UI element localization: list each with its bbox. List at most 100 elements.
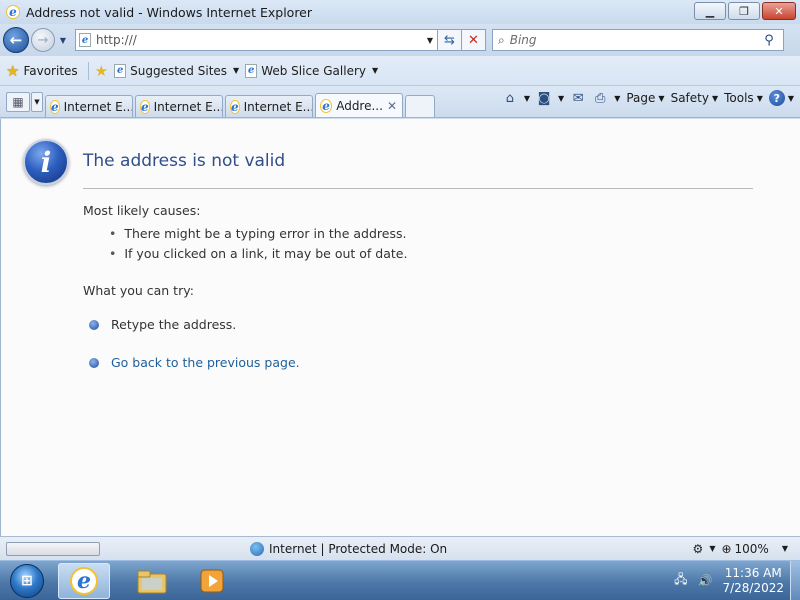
- bullet-orb-icon: [89, 319, 99, 330]
- go-back-link[interactable]: Go back to the previous page.: [111, 355, 300, 370]
- bullet-orb-icon: [89, 357, 99, 368]
- page-icon: e: [79, 33, 91, 47]
- page-content: i The address is not valid Most likely c…: [0, 119, 800, 536]
- chevron-down-icon[interactable]: ▼: [524, 94, 530, 103]
- window-controls: ▁ ❐ ✕: [694, 2, 796, 20]
- chevron-down-icon: ▼: [658, 93, 665, 103]
- show-desktop-button[interactable]: [790, 560, 800, 600]
- system-tray: 🖧 🔊 11:36 AM 7/28/2022: [674, 566, 784, 596]
- divider: [87, 61, 89, 80]
- page-title: The address is not valid: [83, 151, 286, 171]
- internet-explorer-icon: e: [140, 99, 150, 114]
- tab-address-not-valid[interactable]: e Addre... ✕: [315, 93, 403, 117]
- close-button[interactable]: ✕: [762, 2, 796, 20]
- taskbar-windows-explorer[interactable]: [126, 563, 178, 599]
- zoom-control[interactable]: ⊕ 100% ▼: [721, 542, 788, 556]
- home-icon[interactable]: ⌂: [502, 90, 518, 106]
- internet-explorer-icon: e: [320, 98, 333, 113]
- close-tab-icon[interactable]: ✕: [387, 99, 397, 113]
- divider: [83, 188, 753, 189]
- page-icon: e: [245, 63, 258, 78]
- command-bar: ⌂ ▼ ◙ ▼ ✉ ⎙ ▼ Page ▼ Safety ▼ Tools ▼ ? …: [502, 90, 794, 106]
- causes-heading: Most likely causes:: [83, 203, 201, 218]
- retype-item: Retype the address.: [89, 317, 236, 332]
- minimize-button[interactable]: ▁: [694, 2, 726, 20]
- stop-button[interactable]: ✕: [462, 29, 486, 51]
- address-bar[interactable]: e http:/// ▼: [75, 29, 438, 51]
- help-icon: ?: [768, 90, 785, 106]
- popup-blocker-icon[interactable]: ⚙: [693, 542, 704, 556]
- internet-explorer-icon: e: [6, 5, 20, 19]
- suggested-sites-link[interactable]: e Suggested Sites ▼: [114, 63, 240, 78]
- page-menu-label: Page: [626, 91, 656, 105]
- network-icon[interactable]: 🖧: [674, 570, 687, 591]
- clock[interactable]: 11:36 AM 7/28/2022: [722, 566, 784, 596]
- search-box[interactable]: ⌕ Bing ⚲: [492, 29, 784, 51]
- star-icon: ★: [6, 61, 20, 80]
- volume-icon[interactable]: 🔊: [698, 574, 713, 588]
- address-row: ← → ▼ e http:/// ▼ ⇆ ✕ ⌕ Bing ⚲: [0, 24, 800, 56]
- add-to-favorites-icon[interactable]: ★: [95, 62, 108, 80]
- zone-label: Internet | Protected Mode: On: [269, 541, 448, 556]
- web-slice-gallery-label: Web Slice Gallery: [261, 63, 366, 78]
- new-tab-button[interactable]: [405, 95, 435, 117]
- tab-list-dropdown[interactable]: ▼: [31, 92, 43, 112]
- chevron-down-icon[interactable]: ▼: [709, 544, 715, 553]
- forward-button[interactable]: →: [31, 28, 55, 52]
- tools-menu[interactable]: Tools ▼: [724, 91, 763, 105]
- internet-explorer-icon: e: [50, 99, 60, 114]
- chevron-down-icon[interactable]: ▼: [558, 94, 564, 103]
- address-dropdown-icon[interactable]: ▼: [423, 36, 437, 45]
- tab-internet-explorer-3[interactable]: e Internet E...: [225, 95, 313, 117]
- folder-icon: [137, 570, 167, 593]
- page-menu[interactable]: Page ▼: [626, 91, 664, 105]
- favorites-label: Favorites: [23, 63, 78, 78]
- back-button[interactable]: ←: [3, 27, 29, 53]
- mail-icon[interactable]: ✉: [570, 90, 586, 106]
- title-bar: e Address not valid - Windows Internet E…: [0, 0, 800, 24]
- tab-bar: ▦ ▼ e Internet E... e Internet E... e In…: [0, 86, 800, 118]
- zoom-level: 100%: [734, 541, 769, 556]
- chevron-down-icon[interactable]: ▼: [614, 94, 620, 103]
- quick-tabs-button[interactable]: ▦: [6, 92, 30, 112]
- chevron-down-icon: ▼: [711, 93, 719, 103]
- safety-menu-label: Safety: [670, 91, 709, 105]
- clock-time: 11:36 AM: [724, 565, 782, 580]
- tab-label: Internet E...: [63, 99, 133, 114]
- tab-internet-explorer-1[interactable]: e Internet E...: [45, 95, 133, 117]
- feeds-icon[interactable]: ◙: [536, 90, 552, 106]
- chevron-down-icon: ▼: [781, 544, 788, 553]
- clock-date: 7/28/2022: [722, 580, 784, 595]
- start-button[interactable]: ⊞: [10, 563, 44, 598]
- recent-pages-dropdown[interactable]: ▼: [57, 36, 69, 45]
- print-icon[interactable]: ⎙: [592, 90, 608, 106]
- tab-label: Addre...: [336, 98, 383, 113]
- taskbar-media-player[interactable]: [186, 563, 238, 599]
- tab-internet-explorer-2[interactable]: e Internet E...: [135, 95, 223, 117]
- search-input[interactable]: Bing: [510, 33, 755, 47]
- maximize-button[interactable]: ❐: [728, 2, 760, 20]
- go-back-item: Go back to the previous page.: [89, 355, 300, 370]
- favorites-button[interactable]: ★ Favorites: [6, 62, 78, 80]
- retype-text: Retype the address.: [111, 317, 237, 332]
- favorites-bar: ★ Favorites ★ e Suggested Sites ▼ e Web …: [0, 56, 800, 86]
- chevron-down-icon: ▼: [233, 66, 240, 75]
- safety-menu[interactable]: Safety ▼: [671, 91, 719, 105]
- try-heading: What you can try:: [83, 283, 194, 298]
- search-go-icon[interactable]: ⚲: [755, 33, 783, 48]
- progress-bar: [6, 541, 100, 556]
- taskbar-internet-explorer[interactable]: e: [58, 562, 110, 599]
- web-slice-gallery-link[interactable]: e Web Slice Gallery ▼: [245, 63, 379, 78]
- status-bar: Internet | Protected Mode: On ⚙ ▼ ⊕ 100%…: [0, 536, 800, 560]
- security-zone[interactable]: Internet | Protected Mode: On: [250, 541, 448, 556]
- internet-explorer-icon: e: [70, 566, 98, 595]
- refresh-button[interactable]: ⇆: [438, 29, 462, 51]
- chevron-down-icon: ▼: [787, 93, 794, 103]
- help-menu[interactable]: ? ▼: [768, 90, 794, 106]
- window-title: Address not valid - Windows Internet Exp…: [26, 4, 313, 20]
- address-input[interactable]: http:///: [96, 33, 423, 47]
- tab-label: Internet E...: [153, 99, 223, 114]
- taskbar: ⊞ e 🖧 🔊 11:36 AM 7/28/2022: [0, 560, 800, 600]
- list-item: If you clicked on a link, it may be out …: [109, 243, 407, 263]
- chevron-down-icon: ▼: [371, 66, 379, 75]
